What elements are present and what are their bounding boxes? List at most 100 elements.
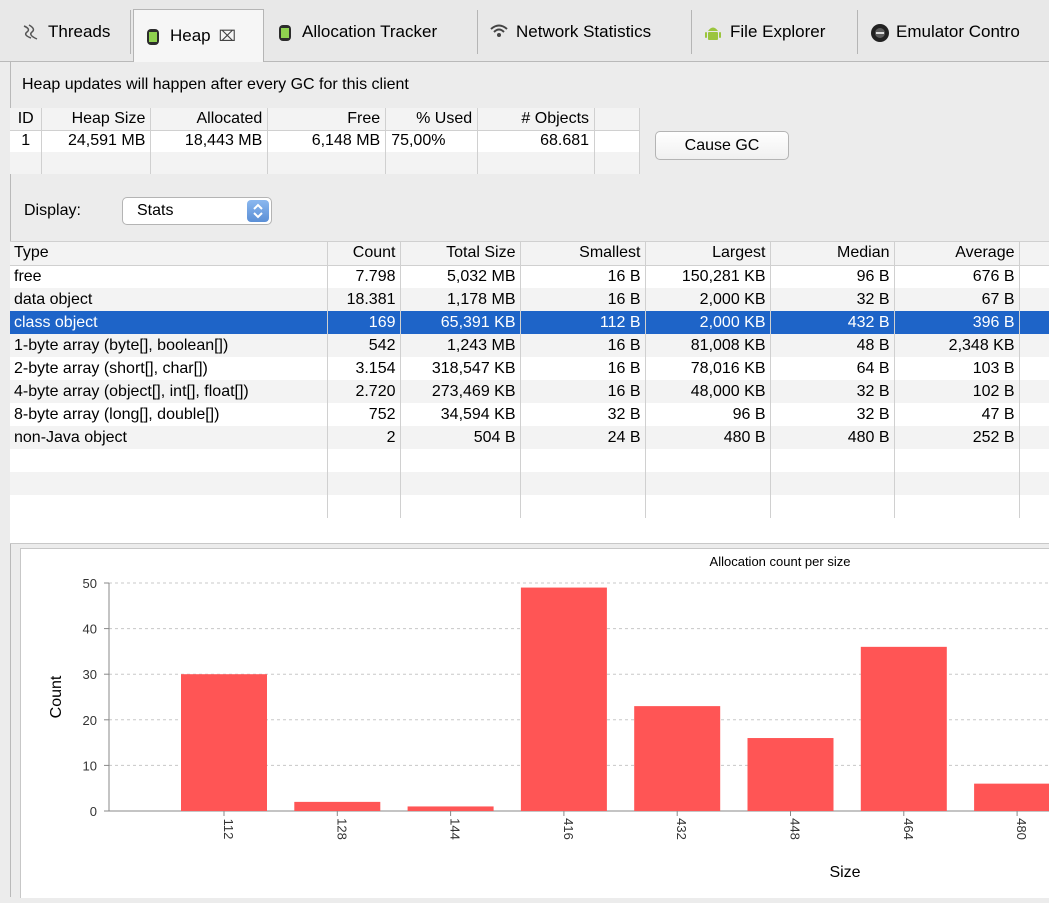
database-icon	[144, 27, 162, 45]
cell-smallest: 32 B	[520, 403, 646, 426]
y-axis-label: Count	[48, 675, 65, 718]
y-tick-label: 30	[83, 667, 97, 682]
cell-smallest: 16 B	[520, 357, 646, 380]
cell-median: 32 B	[770, 403, 895, 426]
x-tick-label: 416	[561, 818, 576, 840]
x-axis-label: Size	[829, 864, 860, 881]
cell-average: 67 B	[894, 288, 1020, 311]
cell-count: 169	[327, 311, 401, 334]
cell-largest: 2,000 KB	[645, 288, 771, 311]
cell-count: 3.154	[327, 357, 401, 380]
table-row[interactable]: class object 169 65,391 KB 112 B 2,000 KB 432…	[10, 311, 1049, 334]
wifi-icon	[490, 23, 508, 41]
cell-smallest: 16 B	[520, 380, 646, 403]
cell-free: 6,148 MB	[267, 130, 387, 152]
cell-count: 7.798	[327, 265, 401, 288]
x-tick-label: 128	[334, 818, 349, 840]
display-select-value: Stats	[137, 202, 174, 219]
tab-emulator-control[interactable]: Emulator Contro	[860, 10, 1049, 54]
x-tick-label: 448	[788, 818, 803, 840]
tab-label: Allocation Tracker	[302, 22, 438, 41]
tab-allocation-tracker[interactable]: Allocation Tracker	[266, 10, 478, 54]
table-row[interactable]: data object 18.381 1,178 MB 16 B 2,000 KB 32 …	[10, 288, 1049, 311]
table-row[interactable]: 1-byte array (byte[], boolean[]) 542 1,243…	[10, 334, 1049, 357]
cell-average: 102 B	[894, 380, 1020, 403]
cell-average: 103 B	[894, 357, 1020, 380]
column-header-percent-used[interactable]: % Used	[385, 108, 479, 131]
cell-largest: 150,281 KB	[645, 265, 771, 288]
display-select[interactable]: Stats	[122, 197, 272, 225]
column-header-median[interactable]: Median	[770, 242, 895, 266]
cell-total-size: 5,032 MB	[400, 265, 521, 288]
cell-heap-size: 24,591 MB	[41, 130, 152, 152]
column-header-allocated[interactable]: Allocated	[150, 108, 269, 131]
cell-largest: 2,000 KB	[645, 311, 771, 334]
table-row-empty	[10, 495, 1049, 518]
column-header-id[interactable]: ID	[10, 108, 43, 131]
table-row[interactable]: 4-byte array (object[], int[], float[]) 2…	[10, 380, 1049, 403]
column-header-heap-size[interactable]: Heap Size	[41, 108, 152, 131]
table-row-empty	[10, 472, 1049, 495]
table-row[interactable]: 2-byte array (short[], char[]) 3.154 318,5…	[10, 357, 1049, 380]
cell-total-size: 34,594 KB	[400, 403, 521, 426]
table-row-empty	[10, 152, 640, 174]
tab-file-explorer[interactable]: File Explorer	[694, 10, 858, 54]
tab-heap[interactable]: Heap ⌧	[133, 9, 264, 62]
cell-median: 48 B	[770, 334, 895, 357]
column-header-average[interactable]: Average	[894, 242, 1020, 266]
cell-smallest: 16 B	[520, 334, 646, 357]
cell-median: 96 B	[770, 265, 895, 288]
tab-threads[interactable]: Threads	[12, 10, 131, 54]
column-header-filler	[594, 108, 640, 131]
cell-type: non-Java object	[10, 426, 328, 449]
cell-smallest: 16 B	[520, 265, 646, 288]
cell-median: 480 B	[770, 426, 895, 449]
column-header-type[interactable]: Type	[10, 242, 328, 266]
cell-type: 1-byte array (byte[], boolean[])	[10, 334, 328, 357]
column-header-smallest[interactable]: Smallest	[520, 242, 646, 266]
cause-gc-button[interactable]: Cause GC	[655, 131, 789, 160]
tab-label: Network Statistics	[516, 22, 652, 41]
cell-type: 4-byte array (object[], int[], float[])	[10, 380, 328, 403]
allocation-chart-panel: Allocation count per size 0 10 20 30 40 50 Coun…	[20, 548, 1049, 898]
table-row[interactable]: 8-byte array (long[], double[]) 752 34,594…	[10, 403, 1049, 426]
table-row[interactable]: non-Java object 2 504 B 24 B 480 B 480 B 252 B	[10, 426, 1049, 449]
x-tick-label: 112	[221, 819, 236, 840]
tab-network-statistics[interactable]: Network Statistics	[480, 10, 692, 54]
heap-summary-table: ID Heap Size Allocated Free % Used # Obj…	[10, 108, 640, 174]
cell-type: 2-byte array (short[], char[])	[10, 357, 328, 380]
close-icon[interactable]: ⌧	[219, 27, 236, 45]
cell-id: 1	[10, 130, 43, 152]
cell-average: 396 B	[894, 311, 1020, 334]
cell-largest: 78,016 KB	[645, 357, 771, 380]
cell-average: 47 B	[894, 403, 1020, 426]
bar-144	[407, 806, 494, 811]
cell-average: 676 B	[894, 265, 1020, 288]
heap-update-notice: Heap updates will happen after every GC …	[22, 76, 409, 93]
column-header-free[interactable]: Free	[267, 108, 387, 131]
table-header-row: ID Heap Size Allocated Free % Used # Obj…	[10, 108, 640, 131]
cell-percent-used: 75,00%	[385, 130, 479, 152]
bar-448	[747, 738, 834, 811]
emulator-icon	[870, 23, 889, 42]
cell-average: 252 B	[894, 426, 1020, 449]
table-header-row: Type Count Total Size Smallest Largest Median…	[10, 242, 1049, 266]
view-tab-bar: Threads Heap ⌧ Allocation Tracker Networ…	[0, 0, 1049, 62]
table-row[interactable]: 1 24,591 MB 18,443 MB 6,148 MB 75,00% 68…	[10, 130, 640, 152]
column-header-count[interactable]: Count	[327, 242, 401, 266]
stats-table-container: Type Count Total Size Smallest Largest Median…	[10, 241, 1049, 544]
cell-count: 2	[327, 426, 401, 449]
android-icon	[704, 23, 722, 41]
cell-type: free	[10, 265, 328, 288]
table-row[interactable]: free 7.798 5,032 MB 16 B 150,281 KB 96 B 676 B	[10, 265, 1049, 288]
bar-464	[860, 646, 947, 811]
column-header-largest[interactable]: Largest	[645, 242, 771, 266]
column-header-total-size[interactable]: Total Size	[400, 242, 521, 266]
x-tick-label: 464	[901, 818, 916, 840]
cell-total-size: 504 B	[400, 426, 521, 449]
column-header-objects[interactable]: # Objects	[477, 108, 596, 131]
cell-smallest: 16 B	[520, 288, 646, 311]
cell-total-size: 318,547 KB	[400, 357, 521, 380]
x-tick-label: 432	[674, 818, 689, 840]
threads-icon	[22, 23, 40, 41]
